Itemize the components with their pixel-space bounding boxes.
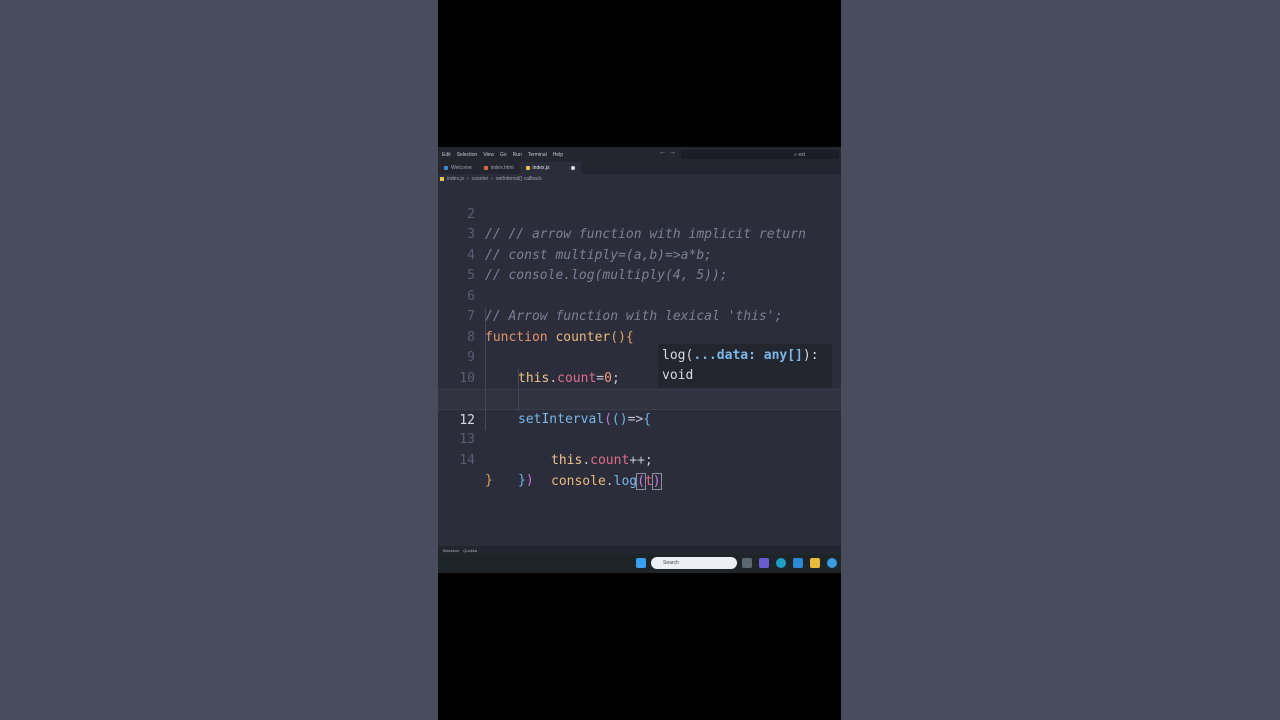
tab-index-js[interactable]: index.js xyxy=(519,162,581,174)
code-line-current: 12 console.log(t) xyxy=(438,389,841,490)
panel-blackbox[interactable]: Blackbox xyxy=(443,548,459,553)
code-text: this.count++; xyxy=(551,452,653,468)
menu-edit[interactable]: Edit xyxy=(442,152,451,158)
panel-quokka[interactable]: Quokka xyxy=(463,548,477,553)
tooltip-signature-start: log( xyxy=(662,348,694,363)
task-view-icon[interactable] xyxy=(742,558,752,568)
indent-guide xyxy=(485,368,486,389)
indent-guide xyxy=(485,409,486,430)
chevron-right-icon: › xyxy=(491,175,493,182)
breadcrumb: index.js › counter › setInterval() callb… xyxy=(438,174,841,183)
code-text: console.log(t) xyxy=(551,473,662,490)
menu-run[interactable]: Run xyxy=(513,152,522,158)
js-file-icon xyxy=(440,176,444,181)
menu-go[interactable]: Go xyxy=(500,152,507,158)
parameter-hint-tooltip: log(...data: any[]): void xyxy=(658,344,832,388)
code-line: 4 // console.log(multiply(4, 5)); xyxy=(438,225,841,284)
indent-guide xyxy=(485,327,486,348)
nav-arrows-icon[interactable]: ←→ xyxy=(659,149,679,156)
html-file-icon xyxy=(483,166,488,170)
windows-taskbar: Search xyxy=(438,554,841,573)
code-line: 14 } xyxy=(438,430,841,489)
line-number: 14 xyxy=(459,452,475,468)
tooltip-active-param: ...data: any[] xyxy=(693,348,803,363)
code-text: } xyxy=(485,473,493,488)
taskbar-search-placeholder: Search xyxy=(663,560,679,566)
tooltip-signature-end: ): xyxy=(802,348,819,363)
code-line: 2 // // arrow function with implicit ret… xyxy=(438,184,841,243)
code-line: 6 // Arrow function with lexical 'this'; xyxy=(438,266,841,325)
command-search-text: ext xyxy=(798,151,805,158)
command-search[interactable]: ⌕ ext xyxy=(681,150,839,159)
video-frame: Edit Selection View Go Run Terminal Help… xyxy=(438,0,841,720)
chevron-right-icon: › xyxy=(466,175,469,182)
teams-icon[interactable] xyxy=(759,558,769,568)
indent-guide xyxy=(485,307,486,328)
breadcrumb-function[interactable]: counter xyxy=(472,176,489,182)
vscode-icon xyxy=(444,166,448,170)
background-right xyxy=(841,0,1280,720)
indent-guide xyxy=(518,390,519,411)
menu-view[interactable]: View xyxy=(483,152,494,158)
vscode-taskbar-icon[interactable] xyxy=(827,558,837,568)
taskbar-search[interactable]: Search xyxy=(651,557,737,569)
status-panel: Blackbox Quokka xyxy=(438,546,841,554)
breadcrumb-file[interactable]: index.js xyxy=(447,176,464,182)
editor-window: Edit Selection View Go Run Terminal Help… xyxy=(438,147,841,573)
edge-icon[interactable] xyxy=(776,558,786,568)
code-line: 7 function counter(){ xyxy=(438,287,841,345)
store-icon[interactable] xyxy=(793,558,803,568)
indent-guide xyxy=(518,368,519,389)
unsaved-dot-icon[interactable] xyxy=(570,166,575,170)
tab-index-html[interactable]: index.html xyxy=(478,162,520,174)
indent-guide xyxy=(485,348,486,369)
code-line: 13 }) xyxy=(438,409,841,488)
code-line: 3 // const multiply=(a,b)=>a*b; xyxy=(438,205,841,263)
file-explorer-icon[interactable] xyxy=(810,558,820,568)
tooltip-return-type: void xyxy=(662,368,694,383)
windows-start-icon[interactable] xyxy=(636,558,646,568)
menu-selection[interactable]: Selection xyxy=(457,152,478,158)
js-file-icon xyxy=(525,166,530,170)
code-editor[interactable]: 2 // // arrow function with implicit ret… xyxy=(438,184,841,490)
menu-terminal[interactable]: Terminal xyxy=(528,152,547,158)
tab-welcome-label: Welcome xyxy=(451,165,472,171)
tab-index-html-label: index.html xyxy=(490,165,514,171)
menu-bar: Edit Selection View Go Run Terminal Help… xyxy=(438,147,841,162)
tab-welcome[interactable]: Welcome xyxy=(438,162,478,174)
menu-help[interactable]: Help xyxy=(553,152,563,158)
tab-bar: Welcome index.html index.js xyxy=(438,162,841,174)
code-line: 5 xyxy=(438,246,841,283)
code-line: 8 this.count=0; xyxy=(438,307,841,386)
background-left xyxy=(0,0,438,720)
code-text: }) xyxy=(518,473,534,488)
breadcrumb-callback[interactable]: setInterval() callback xyxy=(496,176,542,182)
tab-index-js-label: index.js xyxy=(532,165,550,171)
indent-guide xyxy=(485,390,486,411)
